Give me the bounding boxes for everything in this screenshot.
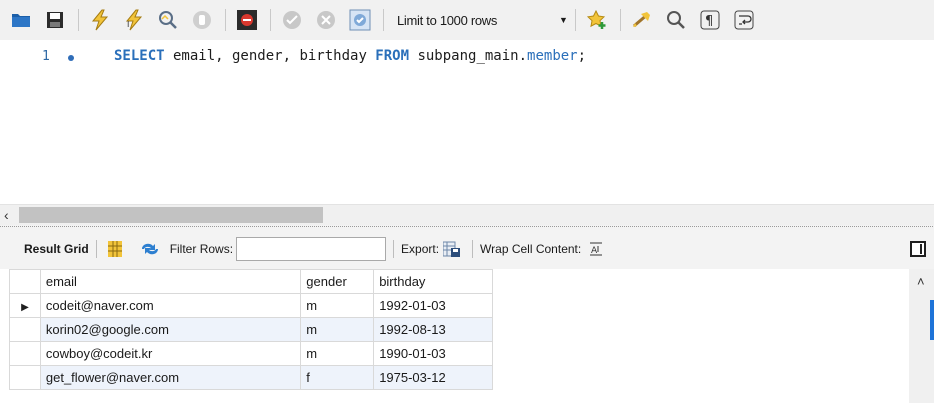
filter-rows-input[interactable]: [236, 237, 387, 261]
toolbar-separator: [393, 240, 395, 258]
statement-terminator: ;: [577, 48, 587, 64]
result-grid: email gender birthday ▶ codeit@naver.com…: [9, 269, 493, 390]
cell-gender[interactable]: m: [300, 341, 375, 366]
toolbar-separator: [78, 9, 79, 31]
row-header: [9, 365, 41, 390]
invisible-chars-icon[interactable]: ¶: [698, 8, 722, 32]
cell-birthday[interactable]: 1992-08-13: [373, 317, 493, 342]
sql-statement[interactable]: SELECT email, gender, birthday FROM subp…: [114, 48, 586, 64]
cell-gender[interactable]: f: [300, 365, 375, 390]
explain-icon[interactable]: [156, 8, 180, 32]
editor-toolbar: I Limit to 1000 rows ▼ ¶: [0, 0, 934, 40]
side-panel-edge: [930, 300, 934, 340]
cell-email[interactable]: cowboy@codeit.kr: [39, 341, 302, 366]
cell-birthday[interactable]: 1975-03-12: [373, 365, 493, 390]
scroll-up-icon[interactable]: ˄: [917, 274, 925, 289]
column-header-email[interactable]: email: [39, 269, 302, 294]
toolbar-separator: [574, 9, 576, 31]
save-icon[interactable]: [43, 8, 67, 32]
filter-rows-label: Filter Rows:: [169, 242, 234, 256]
folder-icon[interactable]: [9, 8, 33, 32]
cell-birthday[interactable]: 1992-01-03: [373, 293, 493, 318]
schema-name: subpang_main.: [409, 48, 528, 64]
table-row[interactable]: korin02@google.com m 1992-08-13: [9, 317, 493, 342]
wrap-cell-label: Wrap Cell Content:: [480, 242, 582, 256]
sql-editor-window: I Limit to 1000 rows ▼ ¶ 1 SELECT email,…: [0, 0, 934, 403]
toolbar-separator: [270, 9, 271, 31]
table-name: member: [527, 48, 578, 64]
current-row-marker-icon: ▶: [9, 293, 41, 318]
chevron-down-icon: ▼: [559, 15, 568, 25]
result-toolbar: Result Grid Filter Rows: Export: Wrap Ce…: [0, 229, 934, 269]
column-header-gender[interactable]: gender: [300, 269, 375, 294]
keyword-select: SELECT: [114, 48, 165, 64]
autocommit-icon[interactable]: [348, 8, 372, 32]
svg-text:I: I: [127, 20, 129, 29]
export-icon[interactable]: [443, 240, 461, 258]
line-number: 1: [42, 49, 50, 64]
statement-marker-icon: [68, 55, 74, 61]
svg-text:¶: ¶: [705, 14, 713, 29]
column-list: email, gender, birthday: [164, 48, 376, 64]
toolbar-separator: [225, 9, 226, 31]
table-row[interactable]: get_flower@naver.com f 1975-03-12: [9, 365, 493, 390]
cell-gender[interactable]: m: [300, 317, 375, 342]
svg-text:A: A: [591, 246, 598, 256]
grid-layout-icon[interactable]: [107, 241, 122, 257]
stop-icon[interactable]: [190, 8, 214, 32]
cell-gender[interactable]: m: [300, 293, 375, 318]
table-row[interactable]: cowboy@codeit.kr m 1990-01-03: [9, 341, 493, 366]
toggle-error-stop-icon[interactable]: [235, 8, 259, 32]
limit-rows-value: Limit to 1000 rows: [397, 12, 498, 28]
scrollbar-thumb[interactable]: [19, 207, 323, 223]
grid-header-row: email gender birthday: [9, 269, 493, 294]
toolbar-separator: [619, 9, 621, 31]
find-icon[interactable]: [664, 8, 688, 32]
cell-email[interactable]: get_flower@naver.com: [39, 365, 302, 390]
toolbar-separator: [383, 9, 384, 31]
scroll-left-icon[interactable]: ‹: [4, 207, 9, 223]
toolbar-separator: [95, 240, 97, 258]
cell-email[interactable]: korin02@google.com: [39, 317, 302, 342]
column-header-birthday[interactable]: birthday: [373, 269, 493, 294]
keyword-from: FROM: [375, 48, 410, 64]
row-header: [9, 341, 41, 366]
export-label: Export:: [401, 242, 440, 256]
limit-rows-select[interactable]: Limit to 1000 rows ▼: [397, 9, 568, 31]
toolbar-separator: [472, 240, 474, 258]
beautify-icon[interactable]: [630, 8, 654, 32]
commit-icon[interactable]: [280, 8, 304, 32]
sql-editor[interactable]: 1 SELECT email, gender, birthday FROM su…: [0, 40, 934, 204]
add-snippet-icon[interactable]: [585, 8, 609, 32]
result-grid-tab[interactable]: Result Grid: [24, 242, 89, 256]
table-row[interactable]: ▶ codeit@naver.com m 1992-01-03: [9, 293, 493, 318]
refresh-icon[interactable]: [140, 242, 160, 256]
execute-icon[interactable]: [88, 8, 112, 32]
editor-horizontal-scrollbar[interactable]: ‹: [0, 204, 934, 225]
word-wrap-icon[interactable]: [732, 8, 756, 32]
cell-birthday[interactable]: 1990-01-03: [373, 341, 493, 366]
wrap-cell-icon[interactable]: A: [589, 242, 603, 256]
execute-current-icon[interactable]: I: [122, 8, 146, 32]
toggle-side-panel-icon[interactable]: [910, 241, 926, 257]
rollback-icon[interactable]: [314, 8, 338, 32]
cell-email[interactable]: codeit@naver.com: [39, 293, 302, 318]
row-header-corner: [9, 269, 41, 294]
row-header: [9, 317, 41, 342]
